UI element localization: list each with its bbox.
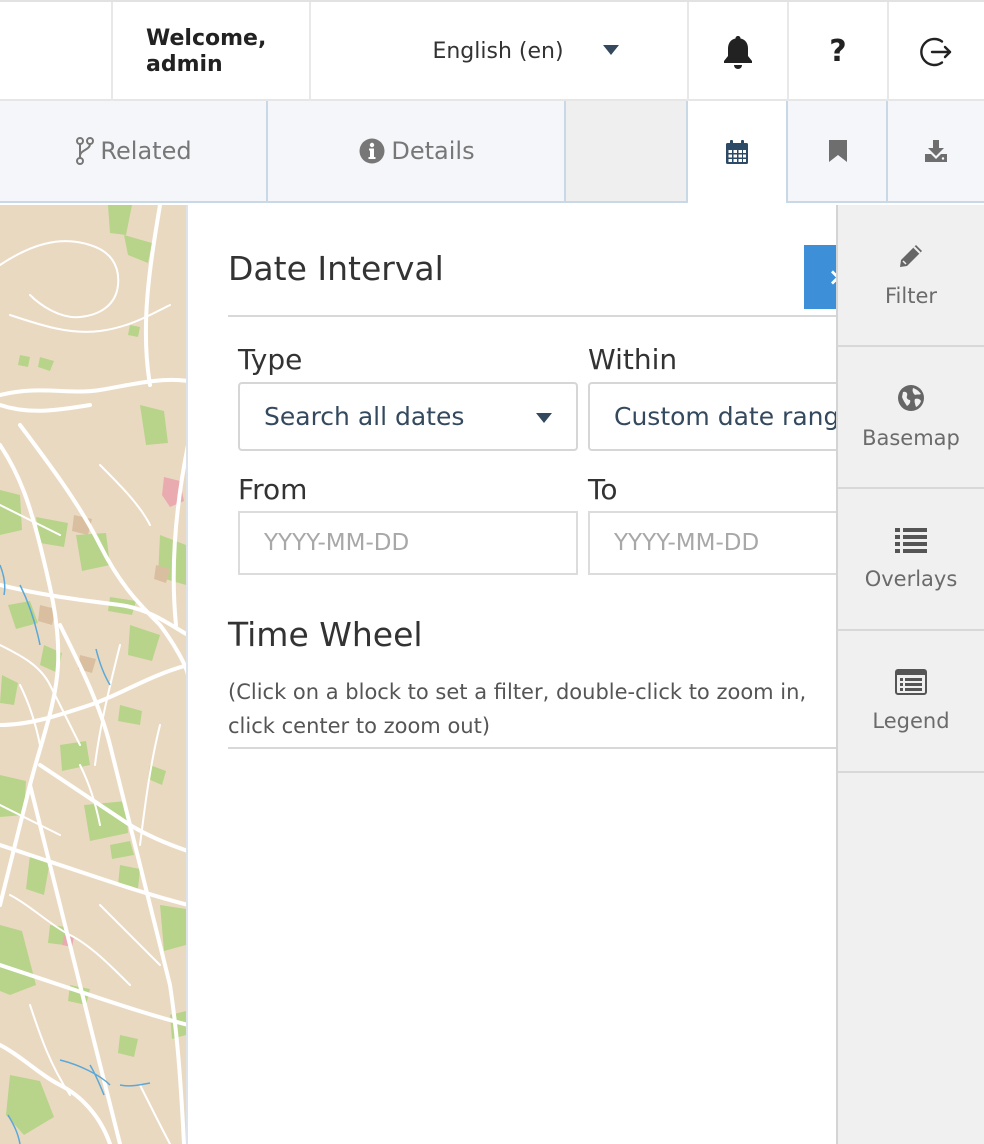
tab-bar: Related Details [0,101,984,205]
calendar-icon [726,140,748,164]
bookmark-icon [829,140,847,162]
date-filter-panel: Date Interval × Type Search all dates Wi… [188,205,836,1144]
list-icon [895,528,927,553]
help-button[interactable]: ? [787,2,887,101]
pencil-icon [900,245,922,267]
legend-icon [895,669,927,695]
language-select[interactable]: English (en) [309,2,687,101]
sidebar-item-overlays[interactable]: Overlays [838,489,984,631]
logout-button[interactable] [887,2,984,101]
to-label: To [588,473,618,506]
download-icon [925,140,947,162]
sidebar-item-label: Legend [872,709,950,733]
to-date-input[interactable] [588,511,836,575]
sidebar-item-legend[interactable]: Legend [838,631,984,773]
welcome-greeting: Welcome, [146,25,267,51]
type-select-value: Search all dates [264,402,465,431]
question-icon: ? [829,34,847,69]
date-interval-title: Date Interval [228,249,444,288]
within-label: Within [588,343,678,376]
close-icon: × [828,263,836,291]
logout-icon [919,37,951,66]
info-circle-icon [359,138,385,164]
from-label: From [238,473,308,506]
globe-icon [898,385,924,411]
sidebar-item-label: Overlays [864,567,958,591]
tab-details[interactable]: Details [266,101,566,203]
top-bar: Welcome, admin English (en) ? [0,0,984,101]
chevron-down-icon [536,413,552,423]
map-tiles [0,205,186,1144]
notifications-button[interactable] [687,2,787,101]
tab-related-label: Related [100,137,192,165]
type-label: Type [238,343,303,376]
sidebar-item-label: Basemap [862,426,960,450]
within-select[interactable]: Custom date range [588,382,836,451]
welcome-username: admin [146,51,223,77]
time-wheel-title: Time Wheel [228,615,423,654]
chevron-down-icon [603,45,619,55]
map-view[interactable] [0,205,188,1144]
bell-icon [724,35,752,69]
divider [228,315,836,317]
tab-details-label: Details [391,137,475,165]
tab-date-filter[interactable] [686,101,788,203]
type-select[interactable]: Search all dates [238,382,578,451]
map-tools-sidebar: Filter Basemap Overlays Legend [836,205,984,1144]
within-select-value: Custom date range [614,402,836,431]
tab-empty [564,101,688,203]
from-date-input[interactable] [238,511,578,575]
tab-related[interactable]: Related [0,101,268,203]
branch-icon [76,137,95,165]
language-value: English (en) [432,39,564,64]
sidebar-item-label: Filter [884,284,937,308]
tab-download[interactable] [886,101,984,203]
divider [228,747,836,749]
time-wheel-description: (Click on a block to set a filter, doubl… [228,680,807,738]
sidebar-item-filter[interactable]: Filter [838,205,984,347]
tab-bookmark[interactable] [786,101,888,203]
close-button[interactable]: × [804,245,836,309]
sidebar-item-basemap[interactable]: Basemap [838,347,984,489]
welcome-user[interactable]: Welcome, admin [111,2,309,101]
